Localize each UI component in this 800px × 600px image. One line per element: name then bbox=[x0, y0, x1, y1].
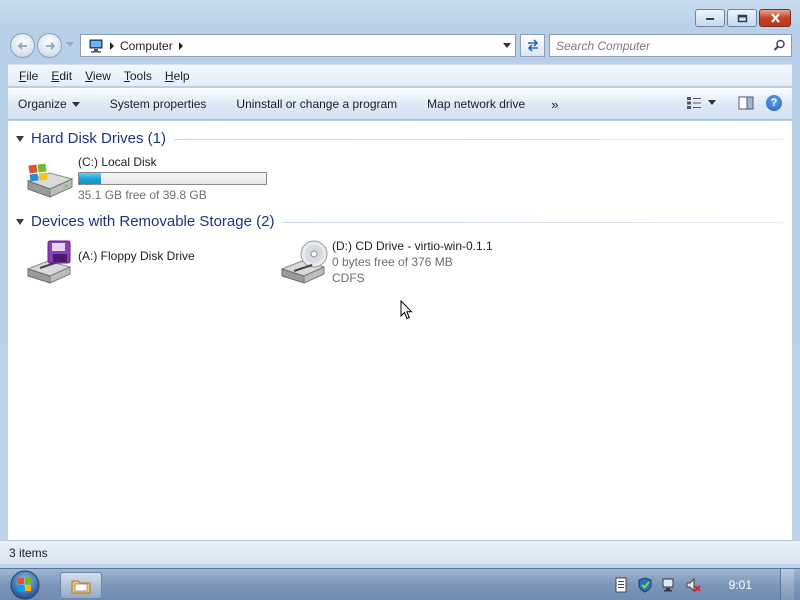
help-icon[interactable]: ? bbox=[766, 95, 782, 111]
view-dropdown-arrow-icon bbox=[708, 100, 716, 105]
search-input[interactable] bbox=[556, 38, 766, 53]
drive-name: (A:) Floppy Disk Drive bbox=[78, 249, 195, 263]
command-bar: Organize System properties Uninstall or … bbox=[8, 88, 792, 120]
windows-hard-disk-icon bbox=[26, 163, 74, 198]
network-icon[interactable] bbox=[661, 577, 677, 593]
drive-filesystem: CDFS bbox=[332, 271, 365, 285]
back-button[interactable] bbox=[10, 33, 35, 58]
action-center-icon[interactable] bbox=[613, 577, 629, 593]
windows-logo-icon bbox=[10, 570, 40, 600]
dropdown-arrow-icon bbox=[71, 101, 80, 107]
drive-free-space: 0 bytes free of 376 MB bbox=[332, 255, 453, 269]
close-button[interactable] bbox=[759, 9, 791, 27]
taskbar: 9:01 bbox=[0, 568, 800, 600]
refresh-icon bbox=[527, 39, 538, 52]
group-divider bbox=[174, 138, 784, 140]
menu-tools[interactable]: Tools bbox=[124, 69, 152, 83]
menu-file[interactable]: File bbox=[19, 69, 38, 83]
breadcrumb-separator-icon[interactable] bbox=[178, 41, 183, 50]
close-icon bbox=[770, 13, 780, 23]
organize-button[interactable]: Organize bbox=[18, 97, 80, 111]
maximize-button[interactable] bbox=[727, 9, 757, 27]
system-tray: 9:01 bbox=[613, 569, 794, 600]
explorer-window: Computer File Edit View Tools Help Or bbox=[0, 0, 800, 568]
folder-icon bbox=[71, 580, 91, 593]
uninstall-program-button[interactable]: Uninstall or change a program bbox=[236, 97, 397, 111]
breadcrumb-separator-icon[interactable] bbox=[110, 41, 114, 50]
security-icon[interactable] bbox=[637, 577, 653, 593]
drive-item-d[interactable]: (D:) CD Drive - virtio-win-0.1.1 0 bytes… bbox=[278, 239, 493, 286]
forward-button[interactable] bbox=[37, 33, 62, 58]
mouse-cursor-icon bbox=[400, 300, 413, 320]
command-bar-right: ? bbox=[686, 95, 782, 111]
collapse-chevron-icon[interactable] bbox=[16, 218, 24, 225]
cd-drive-icon bbox=[280, 240, 328, 284]
view-options-icon bbox=[687, 97, 701, 109]
drive-text: (C:) Local Disk 35.1 GB free of 39.8 GB bbox=[78, 155, 267, 203]
collapse-chevron-icon[interactable] bbox=[16, 135, 24, 142]
drive-item-c[interactable]: (C:) Local Disk 35.1 GB free of 39.8 GB bbox=[24, 155, 267, 203]
capacity-bar-fill bbox=[79, 173, 102, 184]
status-bar: 3 items bbox=[0, 540, 800, 564]
caption-buttons bbox=[695, 9, 791, 27]
address-history-dropdown-icon[interactable] bbox=[503, 43, 511, 48]
drive-item-a[interactable]: (A:) Floppy Disk Drive bbox=[24, 239, 195, 285]
more-commands-button[interactable]: » bbox=[551, 97, 558, 112]
navigation-bar: Computer bbox=[8, 33, 792, 59]
menu-view[interactable]: View bbox=[85, 69, 111, 83]
group-title: Hard Disk Drives (1) bbox=[31, 129, 167, 147]
minimize-icon bbox=[706, 18, 714, 20]
search-icon[interactable] bbox=[773, 39, 786, 52]
computer-icon bbox=[89, 39, 103, 52]
drive-text: (A:) Floppy Disk Drive bbox=[78, 239, 195, 285]
volume-muted-icon[interactable] bbox=[685, 577, 701, 593]
forward-arrow-icon bbox=[45, 41, 55, 50]
menu-bar: File Edit View Tools Help bbox=[8, 64, 792, 86]
minimize-button[interactable] bbox=[695, 9, 725, 27]
refresh-button[interactable] bbox=[520, 34, 545, 57]
menu-edit[interactable]: Edit bbox=[51, 69, 72, 83]
back-arrow-icon bbox=[17, 41, 27, 50]
breadcrumb-computer[interactable]: Computer bbox=[120, 39, 173, 53]
taskbar-explorer-button[interactable] bbox=[60, 572, 102, 599]
system-properties-button[interactable]: System properties bbox=[110, 97, 207, 111]
clock[interactable]: 9:01 bbox=[729, 578, 752, 592]
start-button[interactable] bbox=[6, 569, 44, 600]
drive-name: (D:) CD Drive - virtio-win-0.1.1 bbox=[332, 239, 493, 253]
floppy-drive-icon bbox=[26, 240, 72, 284]
drives-view: Hard Disk Drives (1) (C:) Local Disk 35.… bbox=[8, 121, 792, 540]
drive-free-space: 35.1 GB free of 39.8 GB bbox=[78, 188, 207, 202]
preview-pane-icon[interactable] bbox=[738, 96, 754, 110]
group-header-removable-storage[interactable]: Devices with Removable Storage (2) bbox=[16, 211, 784, 231]
maximize-icon bbox=[737, 14, 747, 22]
change-view-button[interactable] bbox=[686, 96, 716, 110]
map-network-drive-button[interactable]: Map network drive bbox=[427, 97, 525, 111]
organize-label: Organize bbox=[18, 97, 67, 111]
item-count: 3 items bbox=[9, 545, 48, 560]
search-box[interactable] bbox=[549, 34, 792, 57]
menu-help[interactable]: Help bbox=[165, 69, 190, 83]
group-divider bbox=[282, 221, 784, 223]
group-header-hard-disk-drives[interactable]: Hard Disk Drives (1) bbox=[16, 128, 784, 148]
drive-name: (C:) Local Disk bbox=[78, 155, 157, 169]
group-title: Devices with Removable Storage (2) bbox=[31, 212, 275, 230]
drive-text: (D:) CD Drive - virtio-win-0.1.1 0 bytes… bbox=[332, 239, 493, 286]
show-desktop-button[interactable] bbox=[780, 569, 794, 600]
capacity-bar bbox=[78, 172, 267, 185]
address-bar[interactable]: Computer bbox=[80, 34, 516, 57]
recent-pages-chevron-icon[interactable] bbox=[66, 42, 74, 48]
